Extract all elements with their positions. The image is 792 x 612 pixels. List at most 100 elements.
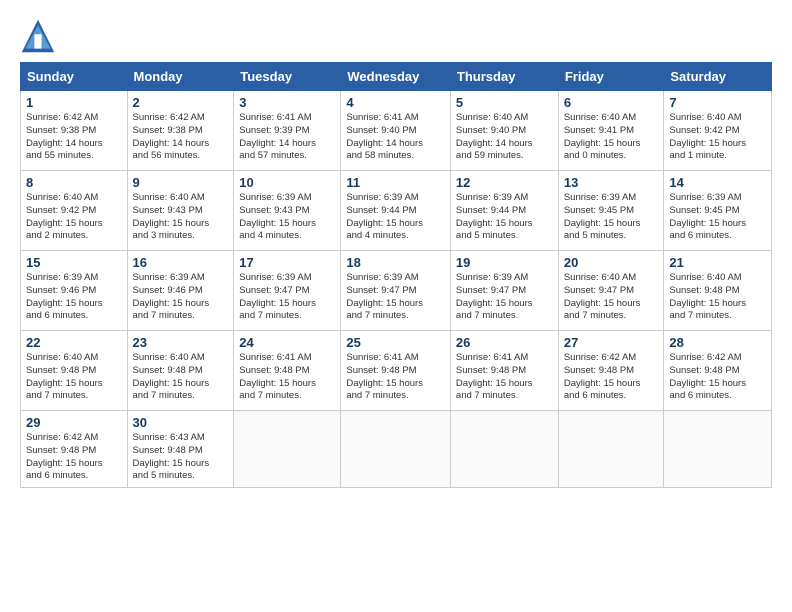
day-info: Sunrise: 6:39 AM Sunset: 9:47 PM Dayligh… xyxy=(239,272,335,323)
logo xyxy=(20,18,60,54)
calendar-cell xyxy=(234,411,341,488)
day-number: 13 xyxy=(564,175,659,190)
calendar-header-tuesday: Tuesday xyxy=(234,63,341,91)
calendar-week-4: 29 Sunrise: 6:42 AM Sunset: 9:48 PM Dayli… xyxy=(21,411,772,488)
calendar-cell: 4Sunrise: 6:41 AM Sunset: 9:40 PM Daylig… xyxy=(341,91,451,171)
day-info: Sunrise: 6:39 AM Sunset: 9:44 PM Dayligh… xyxy=(346,192,445,243)
calendar-cell: 7 Sunrise: 6:40 AM Sunset: 9:42 PM Daylig… xyxy=(664,91,772,171)
calendar-cell: 6 Sunrise: 6:40 AM Sunset: 9:41 PM Daylig… xyxy=(558,91,664,171)
calendar-cell: 1Sunrise: 6:42 AM Sunset: 9:38 PM Daylig… xyxy=(21,91,128,171)
day-number: 25 xyxy=(346,335,445,350)
calendar-cell xyxy=(450,411,558,488)
day-number: 10 xyxy=(239,175,335,190)
calendar-cell: 17 Sunrise: 6:39 AM Sunset: 9:47 PM Dayli… xyxy=(234,251,341,331)
calendar-cell: 11 Sunrise: 6:39 AM Sunset: 9:44 PM Dayli… xyxy=(341,171,451,251)
day-info: Sunrise: 6:40 AM Sunset: 9:43 PM Dayligh… xyxy=(133,192,229,243)
calendar-cell: 2Sunrise: 6:42 AM Sunset: 9:38 PM Daylig… xyxy=(127,91,234,171)
day-info: Sunrise: 6:40 AM Sunset: 9:41 PM Dayligh… xyxy=(564,112,659,163)
calendar-cell: 9 Sunrise: 6:40 AM Sunset: 9:43 PM Daylig… xyxy=(127,171,234,251)
calendar-cell: 24 Sunrise: 6:41 AM Sunset: 9:48 PM Dayli… xyxy=(234,331,341,411)
day-number: 20 xyxy=(564,255,659,270)
calendar-cell xyxy=(341,411,451,488)
day-info: Sunrise: 6:40 AM Sunset: 9:42 PM Dayligh… xyxy=(26,192,122,243)
calendar-week-0: 1Sunrise: 6:42 AM Sunset: 9:38 PM Daylig… xyxy=(21,91,772,171)
page-container: SundayMondayTuesdayWednesdayThursdayFrid… xyxy=(0,0,792,498)
day-number: 29 xyxy=(26,415,122,430)
day-number: 17 xyxy=(239,255,335,270)
day-number: 22 xyxy=(26,335,122,350)
day-number: 18 xyxy=(346,255,445,270)
calendar-cell: 26 Sunrise: 6:41 AM Sunset: 9:48 PM Dayli… xyxy=(450,331,558,411)
day-info: Sunrise: 6:39 AM Sunset: 9:43 PM Dayligh… xyxy=(239,192,335,243)
calendar-header-saturday: Saturday xyxy=(664,63,772,91)
day-info: Sunrise: 6:39 AM Sunset: 9:46 PM Dayligh… xyxy=(26,272,122,323)
day-number: 7 xyxy=(669,95,766,110)
calendar-cell: 28Sunrise: 6:42 AM Sunset: 9:48 PM Dayli… xyxy=(664,331,772,411)
day-number: 9 xyxy=(133,175,229,190)
calendar-week-3: 22 Sunrise: 6:40 AM Sunset: 9:48 PM Dayli… xyxy=(21,331,772,411)
day-number: 6 xyxy=(564,95,659,110)
day-number: 28 xyxy=(669,335,766,350)
calendar: SundayMondayTuesdayWednesdayThursdayFrid… xyxy=(20,62,772,488)
day-info: Sunrise: 6:39 AM Sunset: 9:45 PM Dayligh… xyxy=(564,192,659,243)
logo-icon xyxy=(20,18,56,54)
day-number: 26 xyxy=(456,335,553,350)
day-info: Sunrise: 6:42 AM Sunset: 9:38 PM Dayligh… xyxy=(26,112,122,163)
calendar-cell: 23 Sunrise: 6:40 AM Sunset: 9:48 PM Dayli… xyxy=(127,331,234,411)
calendar-cell: 10 Sunrise: 6:39 AM Sunset: 9:43 PM Dayli… xyxy=(234,171,341,251)
day-number: 11 xyxy=(346,175,445,190)
day-number: 16 xyxy=(133,255,229,270)
day-number: 30 xyxy=(133,415,229,430)
day-info: Sunrise: 6:40 AM Sunset: 9:42 PM Dayligh… xyxy=(669,112,766,163)
calendar-cell: 29 Sunrise: 6:42 AM Sunset: 9:48 PM Dayli… xyxy=(21,411,128,488)
calendar-header-wednesday: Wednesday xyxy=(341,63,451,91)
calendar-week-1: 8 Sunrise: 6:40 AM Sunset: 9:42 PM Daylig… xyxy=(21,171,772,251)
day-info: Sunrise: 6:39 AM Sunset: 9:45 PM Dayligh… xyxy=(669,192,766,243)
calendar-header-friday: Friday xyxy=(558,63,664,91)
header xyxy=(20,18,772,54)
day-info: Sunrise: 6:40 AM Sunset: 9:48 PM Dayligh… xyxy=(669,272,766,323)
calendar-header-row: SundayMondayTuesdayWednesdayThursdayFrid… xyxy=(21,63,772,91)
calendar-cell: 3 Sunrise: 6:41 AM Sunset: 9:39 PM Daylig… xyxy=(234,91,341,171)
day-info: Sunrise: 6:41 AM Sunset: 9:48 PM Dayligh… xyxy=(346,352,445,403)
day-info: Sunrise: 6:42 AM Sunset: 9:48 PM Dayligh… xyxy=(564,352,659,403)
day-info: Sunrise: 6:39 AM Sunset: 9:46 PM Dayligh… xyxy=(133,272,229,323)
day-number: 2 xyxy=(133,95,229,110)
day-info: Sunrise: 6:42 AM Sunset: 9:48 PM Dayligh… xyxy=(26,432,122,483)
day-number: 3 xyxy=(239,95,335,110)
calendar-cell: 25 Sunrise: 6:41 AM Sunset: 9:48 PM Dayli… xyxy=(341,331,451,411)
calendar-cell xyxy=(664,411,772,488)
calendar-cell: 21Sunrise: 6:40 AM Sunset: 9:48 PM Dayli… xyxy=(664,251,772,331)
day-info: Sunrise: 6:41 AM Sunset: 9:48 PM Dayligh… xyxy=(456,352,553,403)
calendar-header-sunday: Sunday xyxy=(21,63,128,91)
day-number: 15 xyxy=(26,255,122,270)
calendar-cell: 5 Sunrise: 6:40 AM Sunset: 9:40 PM Daylig… xyxy=(450,91,558,171)
day-info: Sunrise: 6:39 AM Sunset: 9:47 PM Dayligh… xyxy=(346,272,445,323)
day-info: Sunrise: 6:39 AM Sunset: 9:44 PM Dayligh… xyxy=(456,192,553,243)
day-number: 19 xyxy=(456,255,553,270)
calendar-cell: 8 Sunrise: 6:40 AM Sunset: 9:42 PM Daylig… xyxy=(21,171,128,251)
calendar-cell: 13 Sunrise: 6:39 AM Sunset: 9:45 PM Dayli… xyxy=(558,171,664,251)
day-number: 24 xyxy=(239,335,335,350)
day-info: Sunrise: 6:40 AM Sunset: 9:48 PM Dayligh… xyxy=(26,352,122,403)
day-info: Sunrise: 6:39 AM Sunset: 9:47 PM Dayligh… xyxy=(456,272,553,323)
day-number: 23 xyxy=(133,335,229,350)
day-number: 14 xyxy=(669,175,766,190)
day-info: Sunrise: 6:41 AM Sunset: 9:40 PM Dayligh… xyxy=(346,112,445,163)
calendar-cell: 19 Sunrise: 6:39 AM Sunset: 9:47 PM Dayli… xyxy=(450,251,558,331)
calendar-cell: 22 Sunrise: 6:40 AM Sunset: 9:48 PM Dayli… xyxy=(21,331,128,411)
day-info: Sunrise: 6:41 AM Sunset: 9:39 PM Dayligh… xyxy=(239,112,335,163)
day-number: 5 xyxy=(456,95,553,110)
calendar-cell: 27Sunrise: 6:42 AM Sunset: 9:48 PM Dayli… xyxy=(558,331,664,411)
day-info: Sunrise: 6:40 AM Sunset: 9:48 PM Dayligh… xyxy=(133,352,229,403)
day-info: Sunrise: 6:41 AM Sunset: 9:48 PM Dayligh… xyxy=(239,352,335,403)
day-number: 8 xyxy=(26,175,122,190)
day-info: Sunrise: 6:40 AM Sunset: 9:47 PM Dayligh… xyxy=(564,272,659,323)
day-info: Sunrise: 6:40 AM Sunset: 9:40 PM Dayligh… xyxy=(456,112,553,163)
calendar-cell: 18 Sunrise: 6:39 AM Sunset: 9:47 PM Dayli… xyxy=(341,251,451,331)
calendar-cell: 14 Sunrise: 6:39 AM Sunset: 9:45 PM Dayli… xyxy=(664,171,772,251)
day-info: Sunrise: 6:43 AM Sunset: 9:48 PM Dayligh… xyxy=(133,432,229,483)
calendar-cell: 15 Sunrise: 6:39 AM Sunset: 9:46 PM Dayli… xyxy=(21,251,128,331)
calendar-cell: 16 Sunrise: 6:39 AM Sunset: 9:46 PM Dayli… xyxy=(127,251,234,331)
calendar-cell xyxy=(558,411,664,488)
